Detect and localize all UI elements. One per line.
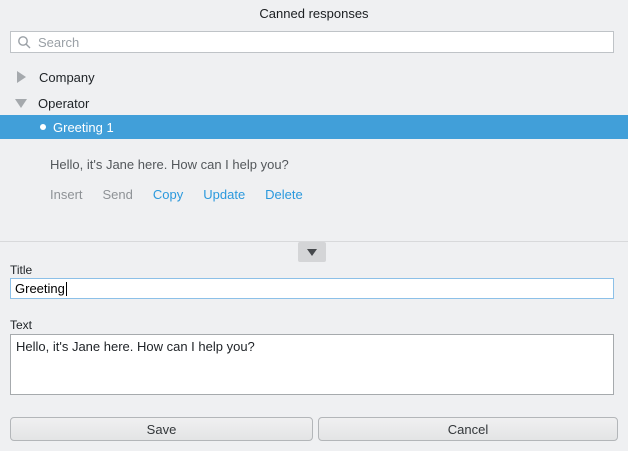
- expand-arrow-icon[interactable]: [17, 71, 26, 83]
- title-field-label: Title: [10, 263, 32, 277]
- text-caret: [66, 282, 67, 296]
- collapse-editor-button[interactable]: [298, 242, 326, 262]
- bullet-icon: [40, 124, 46, 130]
- text-input[interactable]: Hello, it's Jane here. How can I help yo…: [10, 334, 614, 395]
- chevron-down-icon: [307, 249, 317, 256]
- copy-link[interactable]: Copy: [153, 187, 183, 202]
- tree-group-label: Company: [39, 70, 95, 85]
- tree-group-label: Operator: [38, 96, 89, 111]
- search-icon: [17, 35, 31, 49]
- title-input[interactable]: Greeting: [10, 278, 614, 299]
- search-box[interactable]: [10, 31, 614, 53]
- collapse-arrow-icon[interactable]: [15, 99, 27, 108]
- page-title: Canned responses: [0, 6, 628, 21]
- tree-item-label: Greeting 1: [53, 120, 114, 135]
- send-link: Send: [103, 187, 133, 202]
- delete-link[interactable]: Delete: [265, 187, 303, 202]
- canned-response-preview: Hello, it's Jane here. How can I help yo…: [50, 157, 289, 172]
- cancel-button[interactable]: Cancel: [318, 417, 618, 441]
- insert-link: Insert: [50, 187, 83, 202]
- canned-response-actions: Insert Send Copy Update Delete: [50, 187, 303, 202]
- title-input-value: Greeting: [15, 281, 65, 296]
- search-input[interactable]: [38, 35, 607, 50]
- update-link[interactable]: Update: [203, 187, 245, 202]
- save-button[interactable]: Save: [10, 417, 313, 441]
- tree-group-company[interactable]: Company: [0, 65, 628, 89]
- text-field-label: Text: [10, 318, 32, 332]
- tree-group-operator[interactable]: Operator: [0, 91, 628, 115]
- tree-item-greeting-1[interactable]: Greeting 1: [0, 115, 628, 139]
